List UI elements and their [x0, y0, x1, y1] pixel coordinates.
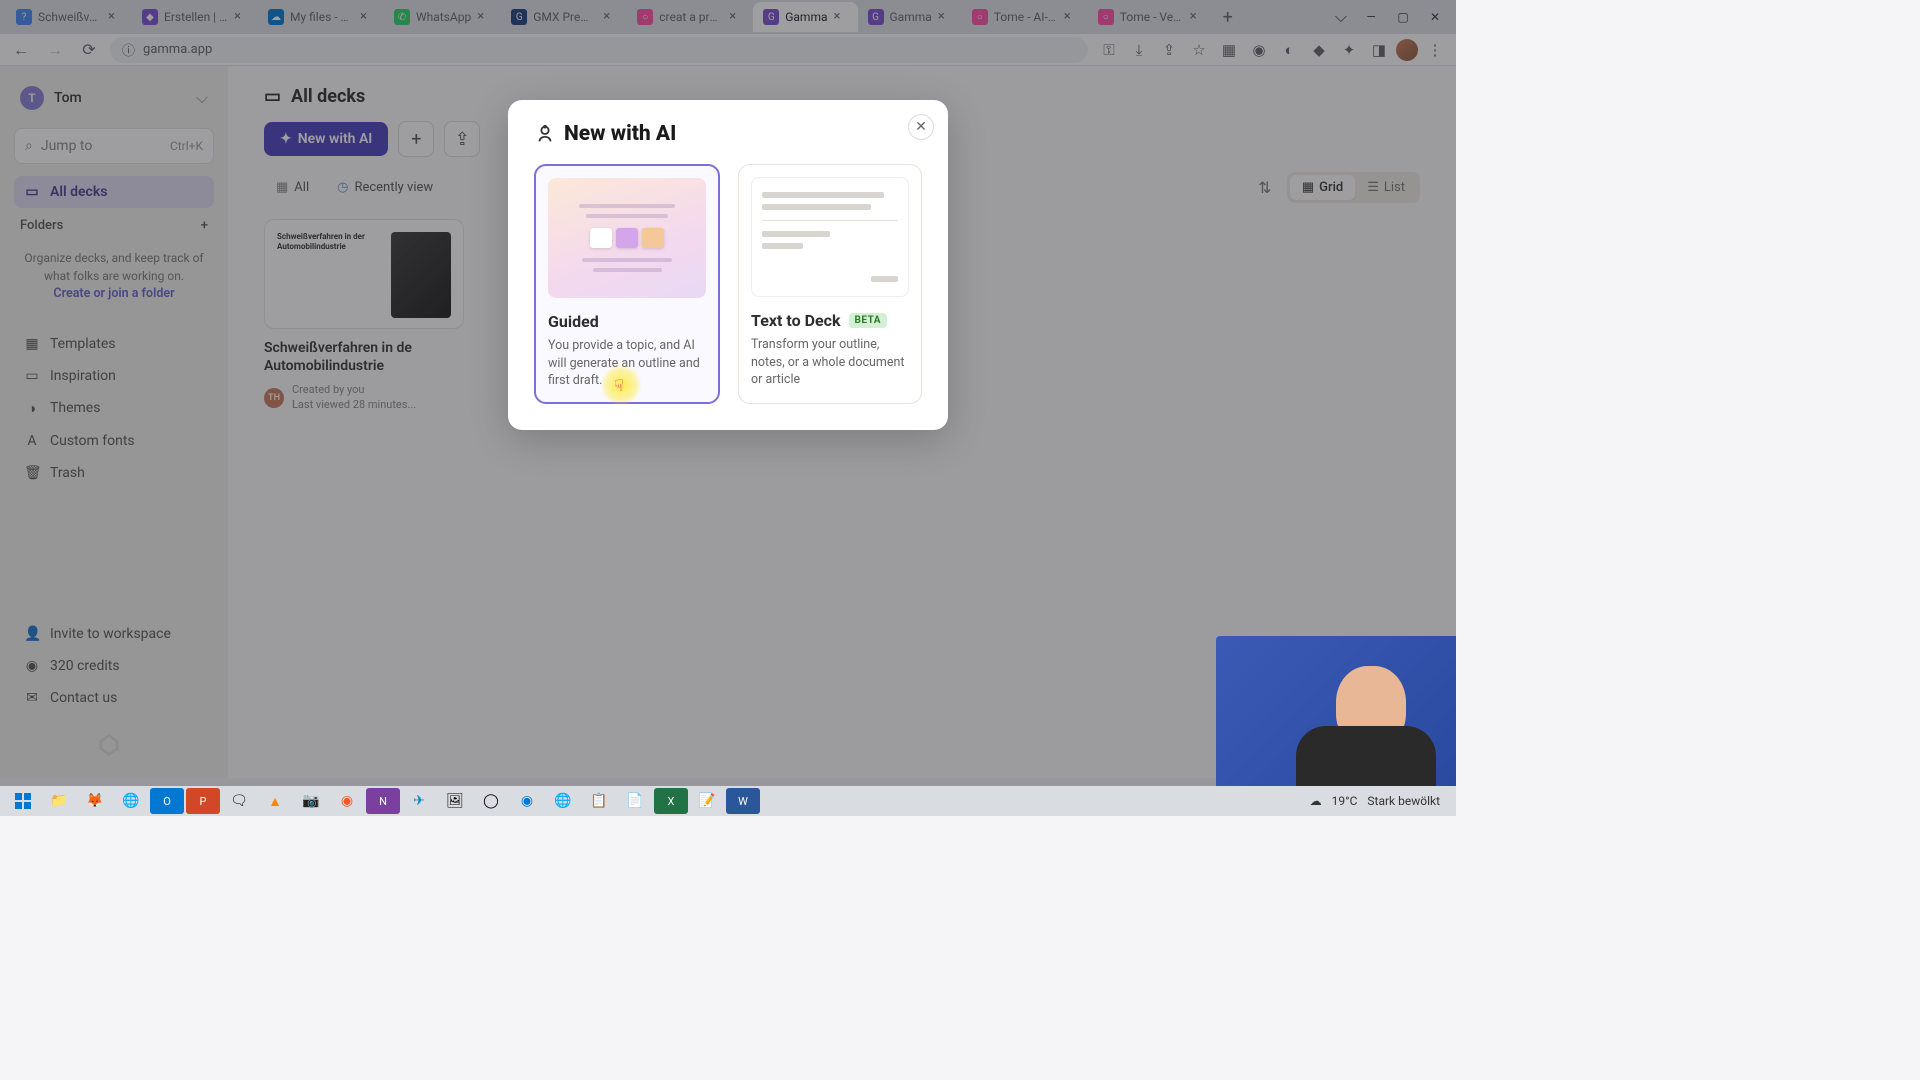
tb-firefox[interactable]: 🦊 [78, 788, 112, 814]
tb-vlc[interactable]: ▲ [258, 788, 292, 814]
new-with-ai-modal: ✕ New with AI Guided You provide [508, 100, 948, 430]
tb-explorer[interactable]: 📁 [42, 788, 76, 814]
tb-app9[interactable]: 📄 [618, 788, 652, 814]
webcam-overlay [1216, 636, 1456, 786]
tb-notepad[interactable]: 📝 [690, 788, 724, 814]
weather-temp[interactable]: 19°C [1332, 794, 1358, 808]
tb-word[interactable]: W [726, 788, 760, 814]
cursor-pointer-icon: ☟ [614, 376, 628, 394]
text-preview [751, 177, 909, 297]
tb-outlook[interactable]: O [150, 788, 184, 814]
tb-app2[interactable]: 📷 [294, 788, 328, 814]
tb-app3[interactable]: ◉ [330, 788, 364, 814]
windows-taskbar: 📁 🦊 🌐 O P 🗨 ▲ 📷 ◉ N ✈ 🖼 ◯ ◉ 🌐 📋 📄 X 📝 W … [0, 786, 1456, 816]
tb-app6[interactable]: ◉ [510, 788, 544, 814]
tb-app7[interactable]: 🌐 [546, 788, 580, 814]
weather-icon[interactable]: ☁ [1310, 794, 1322, 808]
tb-chrome[interactable]: 🌐 [114, 788, 148, 814]
tb-powerpoint[interactable]: P [186, 788, 220, 814]
tb-app1[interactable]: 🗨 [222, 788, 256, 814]
tb-app8[interactable]: 📋 [582, 788, 616, 814]
ai-icon [534, 123, 556, 145]
guided-title: Guided [548, 312, 599, 331]
option-guided[interactable]: Guided You provide a topic, and AI will … [534, 164, 720, 404]
text-desc: Transform your outline, notes, or a whol… [751, 336, 909, 389]
tb-telegram[interactable]: ✈ [402, 788, 436, 814]
option-text-to-deck[interactable]: Text to Deck BETA Transform your outline… [738, 164, 922, 404]
text-title: Text to Deck [751, 311, 841, 330]
guided-preview [548, 178, 706, 298]
start-button[interactable] [6, 788, 40, 814]
tb-excel[interactable]: X [654, 788, 688, 814]
modal-title: New with AI [534, 122, 922, 146]
weather-desc[interactable]: Stark bewölkt [1367, 794, 1440, 808]
tb-app4[interactable]: 🖼 [438, 788, 472, 814]
beta-badge: BETA [849, 313, 888, 328]
modal-close-button[interactable]: ✕ [908, 114, 934, 140]
tb-onenote[interactable]: N [366, 788, 400, 814]
tb-app5[interactable]: ◯ [474, 788, 508, 814]
